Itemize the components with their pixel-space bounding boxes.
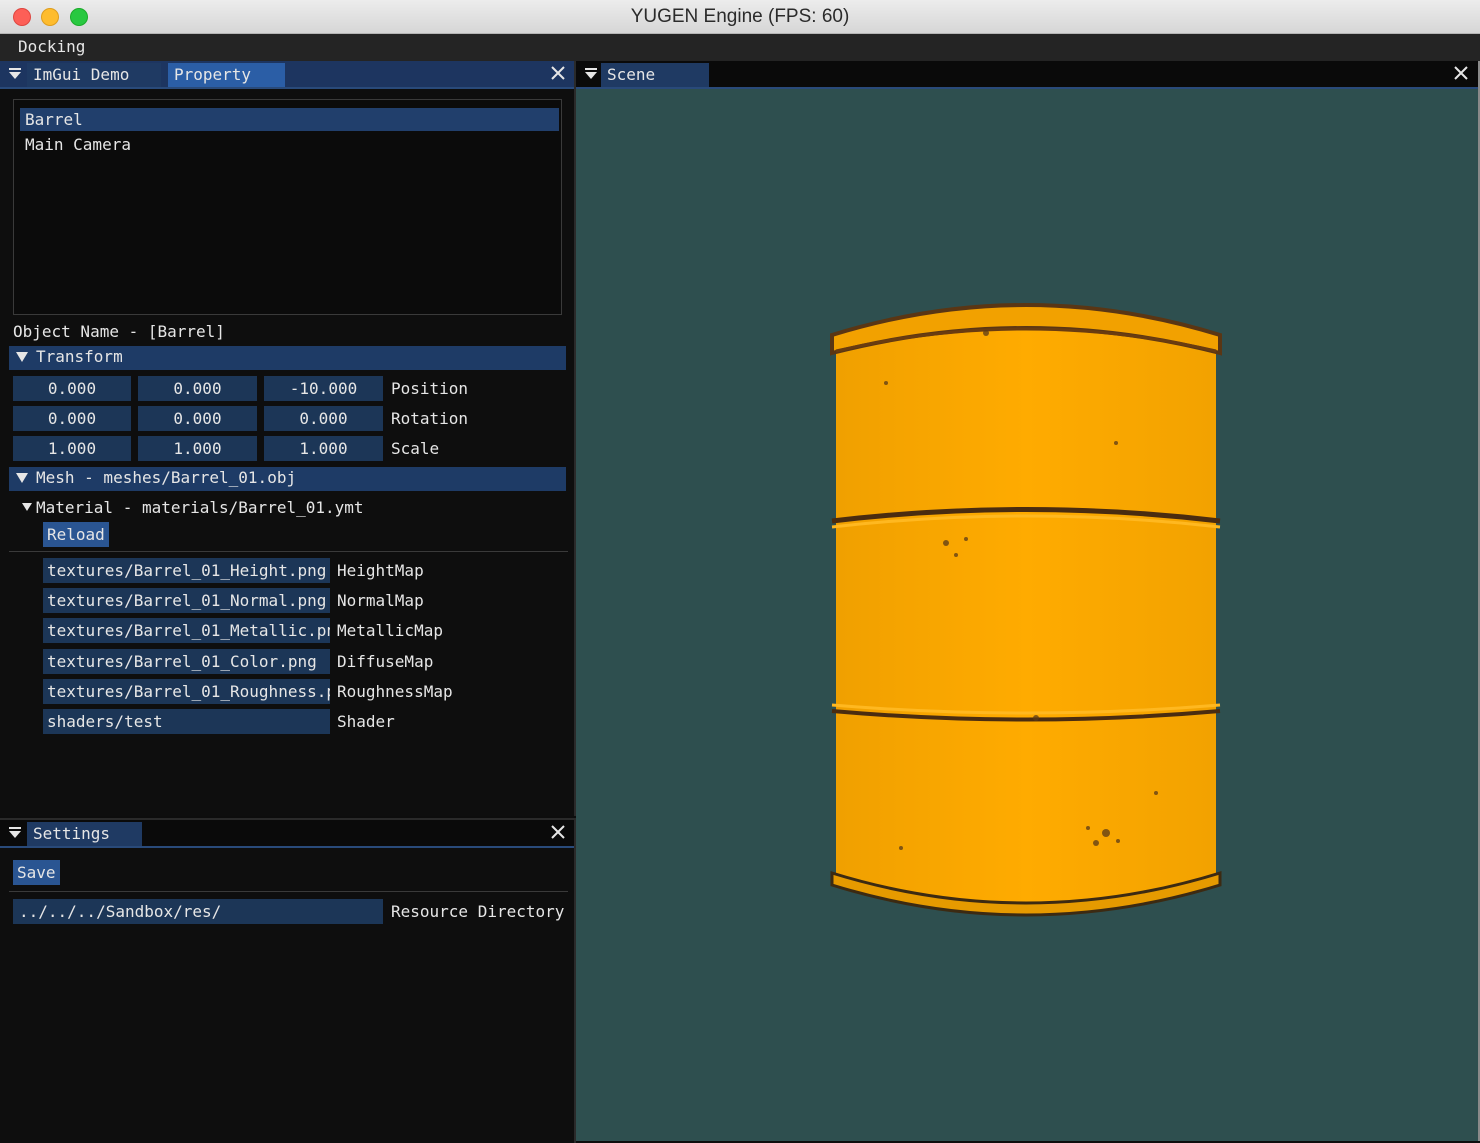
- resource-directory-field[interactable]: ../../../Sandbox/res/: [13, 899, 383, 924]
- texture-roughness-label: RoughnessMap: [337, 682, 453, 701]
- collapse-triangle-icon[interactable]: [583, 65, 599, 81]
- divider: [9, 551, 568, 552]
- transform-header-label: Transform: [36, 347, 123, 366]
- divider: [9, 891, 568, 892]
- mesh-header[interactable]: Mesh - meshes/Barrel_01.obj: [9, 467, 566, 491]
- rotation-x-field[interactable]: 0.000: [13, 406, 131, 431]
- material-label: Material - materials/Barrel_01.ymt: [36, 498, 364, 517]
- close-icon[interactable]: [549, 64, 567, 82]
- barrel-body: [836, 308, 1216, 913]
- texture-color-field[interactable]: textures/Barrel_01_Color.png: [43, 649, 330, 674]
- scene-panel: Scene: [576, 61, 1478, 1141]
- rotation-y-field[interactable]: 0.000: [138, 406, 257, 431]
- collapse-triangle-icon[interactable]: [7, 65, 23, 81]
- position-y-field[interactable]: 0.000: [138, 376, 257, 401]
- expand-arrow-icon: [22, 503, 32, 511]
- shader-field[interactable]: shaders/test: [43, 709, 330, 734]
- material-tree-node[interactable]: Material - materials/Barrel_01.ymt: [20, 495, 560, 519]
- scale-z-field[interactable]: 1.000: [264, 436, 383, 461]
- list-item-main-camera[interactable]: Main Camera: [20, 133, 559, 156]
- tab-imgui-demo[interactable]: ImGui Demo: [27, 63, 161, 87]
- expand-arrow-icon: [16, 473, 28, 483]
- texture-color-label: DiffuseMap: [337, 652, 434, 671]
- shader-label: Shader: [337, 712, 395, 731]
- texture-normal-field[interactable]: textures/Barrel_01_Normal.png: [43, 588, 330, 613]
- resource-directory-label: Resource Directory: [391, 902, 565, 921]
- rotation-z-field[interactable]: 0.000: [264, 406, 383, 431]
- object-name-label: Object Name - [Barrel]: [13, 322, 225, 341]
- save-button[interactable]: Save: [13, 860, 60, 885]
- list-item-barrel[interactable]: Barrel: [20, 108, 559, 131]
- texture-normal-label: NormalMap: [337, 591, 424, 610]
- position-x-field[interactable]: 0.000: [13, 376, 131, 401]
- tab-settings[interactable]: Settings: [27, 822, 142, 846]
- scene-tabbar: Scene: [576, 61, 1478, 89]
- menubar: Docking: [0, 34, 1480, 61]
- rotation-label: Rotation: [391, 409, 469, 428]
- scale-x-field[interactable]: 1.000: [13, 436, 131, 461]
- scale-y-field[interactable]: 1.000: [138, 436, 257, 461]
- barrel-viewport-render: [830, 303, 1222, 917]
- expand-arrow-icon: [16, 352, 28, 362]
- property-panel: ImGui Demo Property Barrel Main Camera O…: [0, 61, 576, 816]
- settings-panel: Settings Save ../../../Sandbox/res/ Reso…: [0, 818, 576, 1143]
- texture-metallic-label: MetallicMap: [337, 621, 443, 640]
- scale-label: Scale: [391, 439, 440, 458]
- position-z-field[interactable]: -10.000: [264, 376, 383, 401]
- menu-docking[interactable]: Docking: [18, 37, 85, 56]
- window-title: YUGEN Engine (FPS: 60): [630, 6, 850, 27]
- collapse-triangle-icon[interactable]: [7, 824, 23, 840]
- position-label: Position: [391, 379, 469, 398]
- mesh-header-label: Mesh - meshes/Barrel_01.obj: [36, 468, 297, 487]
- reload-button[interactable]: Reload: [43, 522, 109, 547]
- property-tabbar: ImGui Demo Property: [0, 61, 574, 89]
- window-titlebar: YUGEN Engine (FPS: 60): [0, 0, 1480, 34]
- texture-metallic-field[interactable]: textures/Barrel_01_Metallic.png: [43, 618, 330, 643]
- texture-roughness-field[interactable]: textures/Barrel_01_Roughness.png: [43, 679, 330, 704]
- texture-height-field[interactable]: textures/Barrel_01_Height.png: [43, 558, 330, 583]
- close-icon[interactable]: [549, 823, 567, 841]
- tab-property[interactable]: Property: [168, 63, 285, 87]
- transform-header[interactable]: Transform: [9, 346, 566, 370]
- close-icon[interactable]: [1452, 64, 1470, 82]
- texture-height-label: HeightMap: [337, 561, 424, 580]
- settings-tabbar: Settings: [0, 820, 574, 848]
- tab-scene[interactable]: Scene: [601, 63, 709, 87]
- object-list: Barrel Main Camera: [13, 99, 562, 315]
